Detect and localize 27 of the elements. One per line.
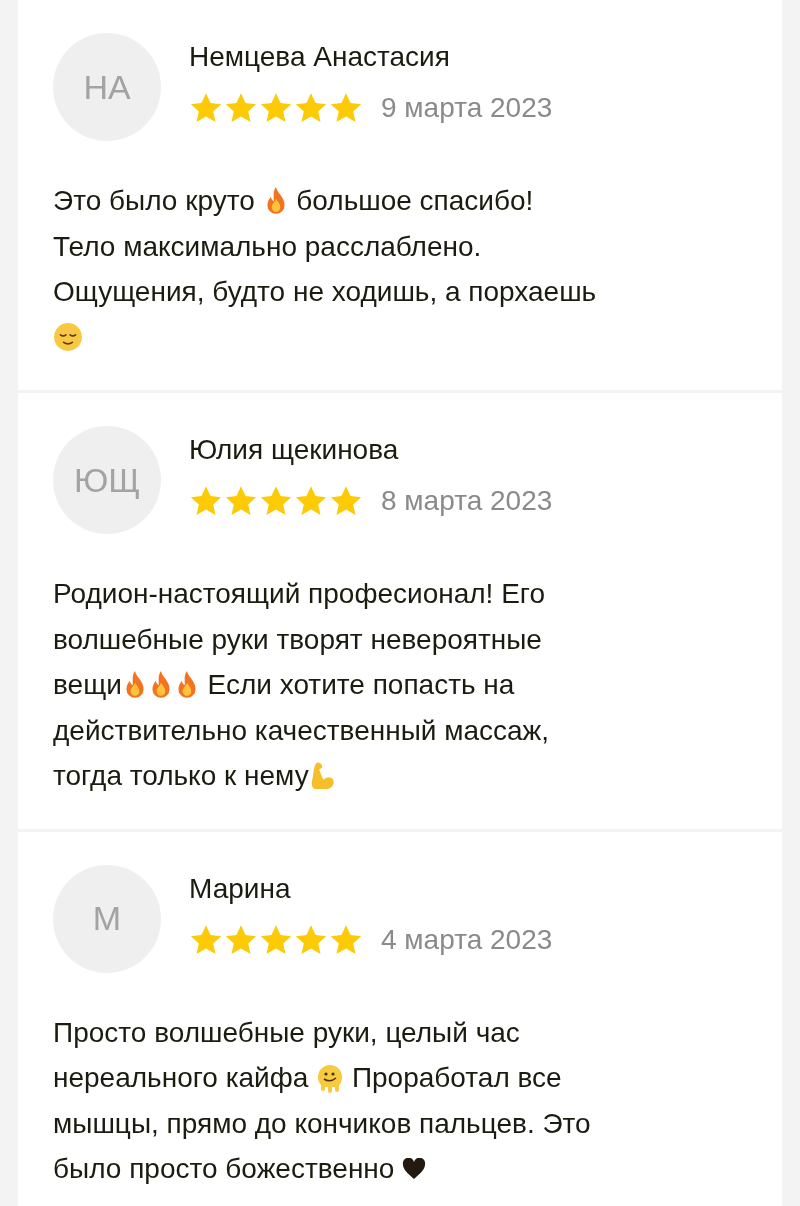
- review-text: волшебные руки творят невероятные: [53, 622, 542, 657]
- review-date: 8 марта 2023: [381, 484, 553, 518]
- review-text: было просто божественно: [53, 1152, 396, 1186]
- review-date: 4 марта 2023: [381, 922, 553, 957]
- avatar: М: [53, 864, 161, 973]
- review-text: Ощущения, будто не ходишь, а порхаешь: [53, 275, 597, 309]
- review-text: нереального кайфа: [53, 1061, 310, 1095]
- reviewer-name: Немцева Анастасия: [189, 40, 451, 74]
- review-text: Просто волшебные руки, целый час: [53, 1015, 520, 1050]
- review-text: большое спасибо!: [295, 184, 534, 218]
- review-date: 9 марта 2023: [381, 91, 553, 125]
- avatar: ЮЩ: [53, 426, 161, 534]
- relieved-face-icon: [53, 322, 83, 353]
- review-text: тогда только к нему: [53, 759, 309, 793]
- review-text: Проработал все: [350, 1061, 562, 1095]
- review-text: Тело максимально расслаблено.: [53, 229, 482, 264]
- reviewer-name: Марина: [189, 871, 292, 906]
- avatar: НА: [53, 33, 161, 141]
- melting-face-icon: [316, 1062, 345, 1093]
- review-text: Если хотите попасть на: [206, 668, 515, 702]
- review-text: Родион-настоящий професионал! Его: [53, 577, 546, 611]
- review-text: Это было круто: [53, 184, 256, 218]
- review-text: действительно качественный массаж,: [53, 713, 550, 748]
- review-text: вещи: [53, 668, 122, 702]
- heart-icon: [402, 1157, 427, 1180]
- reviewer-name: Юлия щекинова: [189, 433, 400, 467]
- review-text: мышцы, прямо до кончиков пальцев. Это: [53, 1106, 591, 1141]
